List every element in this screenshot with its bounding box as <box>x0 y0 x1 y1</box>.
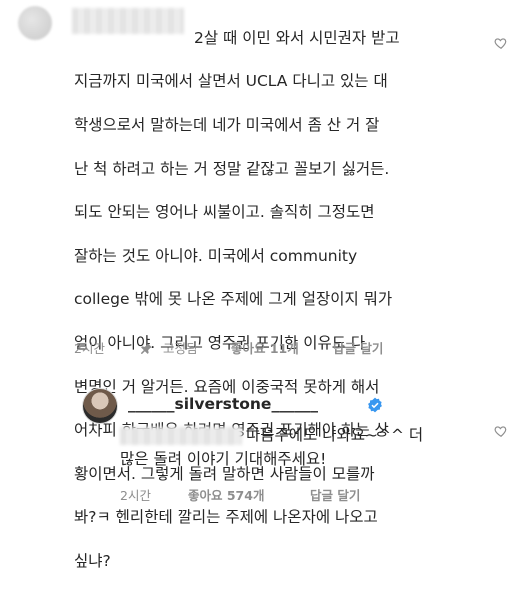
reply-likes[interactable]: 좋아요 574개 <box>188 487 264 505</box>
comment-line: 난 척 하려고 하는 거 정말 같잖고 꼴보기 싫거든. <box>74 159 390 178</box>
heart-icon[interactable] <box>494 424 508 438</box>
reply-time: 2시간 <box>120 488 151 503</box>
comment-line: 학생으로서 말하는데 네가 미국에서 좀 산 거 잘 <box>74 115 380 134</box>
pinned-label: 고정됨 <box>163 341 198 356</box>
pin-icon <box>141 343 152 354</box>
comment-line: 되도 안되는 영어나 씨불이고. 솔직히 그정도면 <box>74 203 375 222</box>
comment-line: 싶냐? <box>74 551 111 570</box>
comment-likes[interactable]: 좋아요 11개 <box>231 340 299 358</box>
comment-line: college 밖에 못 나온 주제에 그게 얼장이지 뭐가 <box>74 290 393 309</box>
reply-line: 많은 돌려 이야기 기대해주세요! <box>120 450 327 468</box>
comment-body: 2살 때 이민 와서 시민권자 받고 지금까지 미국에서 살면서 UCLA 다니… <box>74 6 494 595</box>
comment-time: 2시간 <box>74 341 105 356</box>
comment-reply-button[interactable]: 답글 달기 <box>333 340 383 358</box>
comment-line: 2살 때 이민 와서 시민권자 받고 <box>194 28 400 47</box>
comment-line: 지금까지 미국에서 살면서 UCLA 다니고 있는 대 <box>74 72 388 91</box>
reply-line: 다음주에도 나와요~^^ 더 <box>246 426 424 444</box>
comment-line: 잘하는 것도 아니야. 미국에서 community <box>74 246 358 265</box>
heart-icon[interactable] <box>494 36 508 50</box>
reply-avatar[interactable] <box>82 388 118 424</box>
reply-username[interactable]: ______silverstone______ <box>128 395 318 413</box>
verified-badge-icon <box>368 397 382 413</box>
commenter-avatar[interactable] <box>18 6 52 40</box>
comment-line: 봐?ㅋ 헨리한테 깔리는 주제에 나온자에 나오고 <box>74 508 378 527</box>
reply-body: 다음주에도 나와요~^^ 더 많은 돌려 이야기 기대해주세요! <box>120 423 490 471</box>
reply-reply-button[interactable]: 답글 달기 <box>310 487 360 505</box>
